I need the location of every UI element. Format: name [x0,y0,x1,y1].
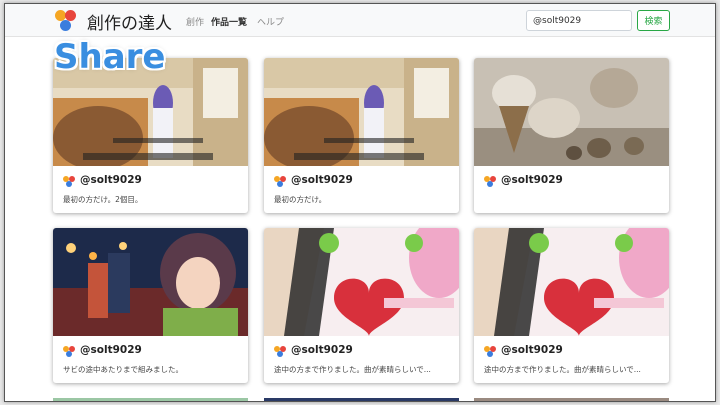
avatar-icon [484,176,496,188]
navbar: 創作の達人 創作 作品一覧 ヘルプ 検索 [5,4,715,37]
work-card[interactable]: @solt9029 途中の方まで作りました。曲が素晴らしいで... [264,228,459,383]
avatar-icon [484,346,496,358]
work-card[interactable]: @solt9029 最初の方だけ。2個目。 [53,58,248,213]
card-username[interactable]: @solt9029 [80,174,142,186]
avatar-icon [274,346,286,358]
work-card-partial[interactable] [53,398,248,401]
card-description: 最初の方だけ。 [274,195,327,204]
card-description: 途中の方まで作りました。曲が素晴らしいで... [274,365,431,374]
work-thumbnail[interactable] [53,228,248,336]
work-card-partial[interactable] [474,398,669,401]
work-card-partial[interactable] [264,398,459,401]
card-username[interactable]: @solt9029 [291,344,353,356]
work-thumbnail[interactable] [264,58,459,166]
work-card[interactable]: @solt9029 最初の方だけ。 [264,58,459,213]
work-card[interactable]: @solt9029 途中の方まで作りました。曲が素晴らしいで... [474,228,669,383]
work-thumbnail[interactable] [474,58,669,166]
browser-frame: 創作の達人 創作 作品一覧 ヘルプ 検索 Share [4,3,716,402]
card-username[interactable]: @solt9029 [291,174,353,186]
work-card[interactable]: @solt9029 [474,58,669,213]
avatar-icon [63,346,75,358]
avatar-icon [274,176,286,188]
share-overlay-text: Share [54,37,166,77]
card-description: サビの途中あたりまで組みました。 [63,365,183,374]
search-button[interactable]: 検索 [637,10,670,31]
logo-icon[interactable] [55,10,77,32]
nav-item-create[interactable]: 創作 [186,15,204,28]
card-description: 途中の方まで作りました。曲が素晴らしいで... [484,365,641,374]
nav-item-works[interactable]: 作品一覧 [211,15,247,28]
brand-title[interactable]: 創作の達人 [87,9,172,34]
work-thumbnail[interactable] [474,228,669,336]
card-username[interactable]: @solt9029 [80,344,142,356]
card-username[interactable]: @solt9029 [501,344,563,356]
work-card[interactable]: @solt9029 サビの途中あたりまで組みました。 [53,228,248,383]
card-username[interactable]: @solt9029 [501,174,563,186]
work-thumbnail[interactable] [264,228,459,336]
avatar-icon [63,176,75,188]
card-description: 最初の方だけ。2個目。 [63,195,143,204]
nav-item-help[interactable]: ヘルプ [257,15,284,28]
search-input[interactable] [526,10,632,31]
